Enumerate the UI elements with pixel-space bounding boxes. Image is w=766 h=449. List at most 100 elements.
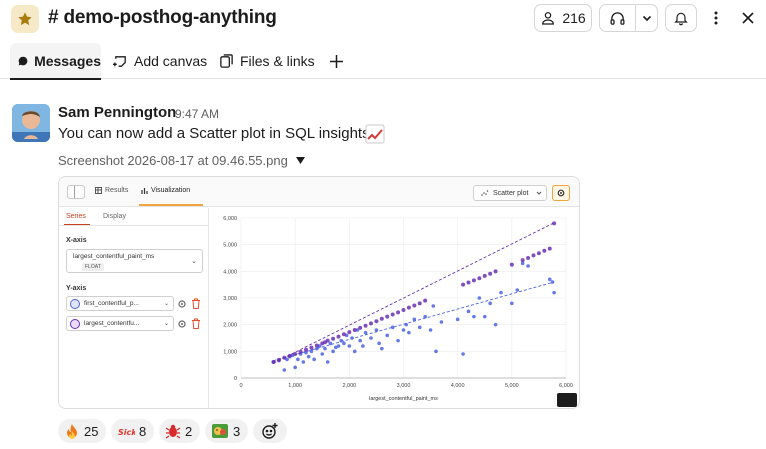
scatter-point <box>488 271 493 276</box>
scatter-point <box>390 312 395 317</box>
scatter-point <box>304 347 308 352</box>
attachment-image[interactable]: Results Visualization Scatter plot Serie… <box>58 176 580 409</box>
scatter-point <box>363 323 368 328</box>
scatter-point <box>309 345 314 350</box>
y-tick-label: 0 <box>234 376 237 382</box>
message-author[interactable]: Sam Pennington <box>58 104 176 121</box>
scatter-point <box>385 333 390 338</box>
tab-add-canvas[interactable]: Add canvas <box>113 43 207 79</box>
scatter-point <box>482 273 487 278</box>
chevron-down-icon <box>537 191 542 195</box>
results-tab-label: Results <box>105 187 129 194</box>
chevron-down-icon: ⌄ <box>191 258 197 265</box>
scatter-point <box>342 341 346 346</box>
fire-icon <box>67 424 77 439</box>
scatter-point <box>363 330 368 335</box>
message-timestamp[interactable]: 9:47 AM <box>175 107 219 121</box>
scatter-point <box>466 280 471 285</box>
x-tick-label: 6,000 <box>559 383 573 389</box>
more-options-button[interactable] <box>705 6 727 30</box>
series-color-swatch <box>70 298 80 309</box>
scatter-point <box>325 338 330 343</box>
star-icon <box>18 12 32 26</box>
scatter-point <box>369 336 373 340</box>
y-axis-heading: Y-axis <box>66 285 87 292</box>
message-bubble-icon <box>18 56 28 66</box>
channel-title[interactable]: # demo-posthog-anything <box>48 7 277 29</box>
attachment-name[interactable]: Screenshot 2026-08-17 at 09.46.55.png <box>58 153 305 168</box>
y-tick-label: 6,000 <box>223 216 237 222</box>
tab-files-links[interactable]: Files & links <box>219 43 315 79</box>
results-tab: Results <box>95 187 128 194</box>
scatter-point <box>477 296 482 300</box>
scatter-point <box>542 248 547 253</box>
scatter-point <box>358 338 362 343</box>
scatter-point <box>423 298 428 303</box>
members-button[interactable]: 216 <box>534 4 592 32</box>
active-panel-tab-indicator <box>64 224 90 225</box>
reaction-fire[interactable]: 25 <box>58 419 107 443</box>
y-tick-label: 3,000 <box>223 296 237 302</box>
scatter-point <box>396 338 400 343</box>
display-panel-tab: Display <box>103 213 126 220</box>
canvas-icon <box>113 55 126 67</box>
y-series-label: largest_contentfu... <box>84 320 140 327</box>
scatter-point <box>347 344 352 348</box>
chevron-down-icon <box>642 15 651 22</box>
sidebar-toggle-icon <box>67 185 85 199</box>
tab-label: Messages <box>34 53 101 69</box>
scatter-point <box>412 303 417 308</box>
x-tick-label: 4,000 <box>451 383 465 389</box>
scatter-point <box>472 314 476 319</box>
y-tick-label: 5,000 <box>223 243 237 249</box>
insight-toolbar: Results Visualization Scatter plot <box>59 177 579 207</box>
chevron-down-icon: ⌄ <box>163 321 169 327</box>
scatter-point <box>380 346 384 351</box>
x-tick-label: 1,000 <box>288 383 302 389</box>
panel-tab-divider <box>59 225 209 226</box>
message-text: You can now add a Scatter plot in SQL in… <box>58 125 370 142</box>
sick-text-icon: Sick <box>118 428 135 437</box>
visualization-tab-label: Visualization <box>151 187 191 194</box>
chart-increasing-icon <box>365 124 385 144</box>
member-count: 216 <box>562 10 586 26</box>
x-axis-heading: X-axis <box>66 237 87 244</box>
scatter-point <box>531 253 536 258</box>
scatter-point <box>428 328 433 332</box>
scatter-point <box>331 336 336 341</box>
scatter-point <box>547 246 552 251</box>
scatter-point <box>547 277 552 282</box>
scatter-point <box>282 368 287 372</box>
scatter-point <box>434 349 438 354</box>
x-axis-select: largest_contentful_paint_ms FLOAT ⌄ <box>66 249 203 273</box>
settings-gear <box>552 185 570 201</box>
scatter-point <box>526 256 531 260</box>
reaction-count: 25 <box>84 423 99 439</box>
notifications-button[interactable] <box>665 4 697 32</box>
x-axis-type-badge: FLOAT <box>82 263 104 271</box>
start-huddle-button[interactable] <box>600 5 636 31</box>
channel-header: # demo-posthog-anything 216 <box>0 0 766 40</box>
scatter-icon <box>481 190 489 196</box>
huddle-options-button[interactable] <box>636 13 657 23</box>
add-reaction-button[interactable] <box>253 419 287 443</box>
scatter-point <box>379 316 384 321</box>
reaction-bug[interactable]: 2 <box>159 419 201 443</box>
star-button[interactable] <box>11 5 39 33</box>
scatter-point <box>314 343 319 348</box>
close-icon <box>742 12 754 24</box>
caret-down-icon[interactable] <box>295 157 305 164</box>
hedgehog-icon <box>212 424 228 438</box>
reaction-sick[interactable]: Sick 8 <box>111 419 155 443</box>
huddle-button[interactable] <box>599 4 658 32</box>
close-button[interactable] <box>737 6 759 30</box>
tab-messages[interactable]: Messages <box>10 43 101 80</box>
scatter-point <box>347 330 352 335</box>
scatter-point <box>385 314 390 319</box>
add-tab-button[interactable] <box>328 43 344 79</box>
scatter-point <box>401 308 406 312</box>
reaction-hedgehog[interactable]: 3 <box>205 419 249 443</box>
scatter-point <box>482 314 487 319</box>
x-tick-label: 0 <box>239 383 242 389</box>
avatar[interactable] <box>12 104 50 142</box>
